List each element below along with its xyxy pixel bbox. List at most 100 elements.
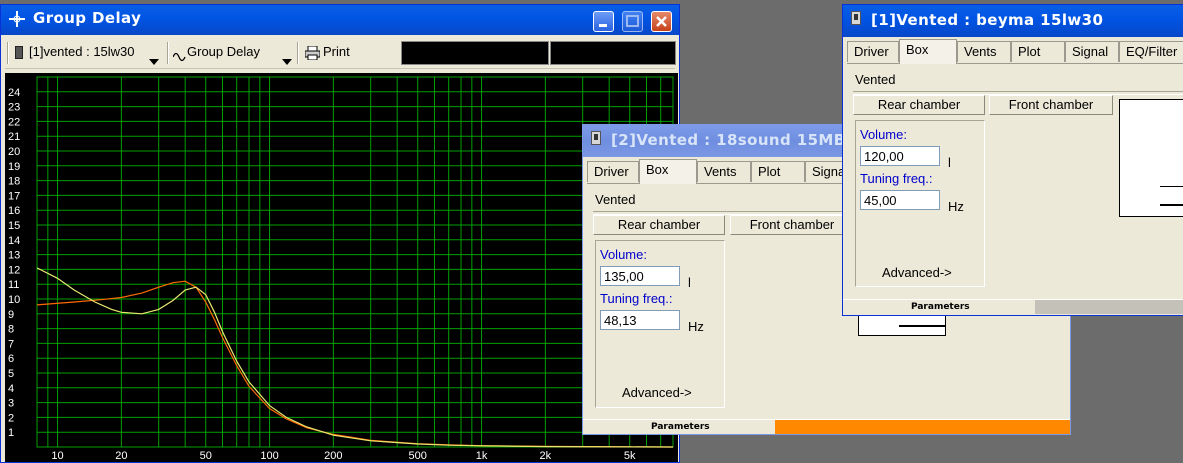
series-line-1 — [36, 280, 674, 448]
tab-driver[interactable]: Driver — [587, 161, 639, 182]
y-tick-label: 7 — [8, 338, 14, 350]
volume-label: Volume: — [860, 127, 907, 142]
tab-eq-filter[interactable]: EQ/Filter — [1119, 41, 1183, 62]
y-tick-label: 24 — [8, 87, 20, 99]
speaker-icon — [591, 131, 601, 145]
tab-vents[interactable]: Vents — [697, 161, 751, 182]
y-tick-label: 9 — [8, 309, 14, 321]
y-tick-label: 6 — [8, 353, 14, 365]
tuning-freq-label: Tuning freq.: — [860, 171, 933, 186]
tuning-freq-input[interactable] — [860, 190, 940, 210]
port-line — [1160, 204, 1183, 206]
status-parameters-label: Parameters — [651, 422, 710, 432]
tab-vents[interactable]: Vents — [957, 41, 1011, 62]
x-tick-label: 200 — [324, 450, 342, 462]
y-tick-label: 8 — [8, 324, 14, 336]
printer-icon — [304, 45, 321, 64]
vented-1-tabs: Driver Box Vents Plot Signal EQ/Filter — [847, 39, 1183, 64]
tuning-freq-input[interactable] — [600, 310, 680, 330]
plot-frame — [36, 76, 674, 448]
box-diagram — [1119, 99, 1183, 217]
tuning-freq-unit: Hz — [948, 199, 964, 214]
tab-box[interactable]: Box — [639, 159, 697, 184]
y-tick-label: 2 — [8, 412, 14, 424]
y-tick-label: 18 — [8, 176, 20, 188]
rear-chamber-group: Volume: l Tuning freq.: Hz Advanced-> — [595, 240, 725, 408]
maximize-button[interactable] — [622, 11, 643, 32]
tab-box[interactable]: Box — [899, 39, 957, 64]
tab-plot[interactable]: Plot — [751, 161, 805, 182]
vented-2-status-bar: Parameters — [583, 419, 1070, 434]
vented-1-status-bar: Parameters — [843, 299, 1183, 314]
y-tick-label: 23 — [8, 102, 20, 114]
rear-chamber-button[interactable]: Rear chamber — [853, 95, 985, 115]
vented-1-title-bar[interactable]: [1]Vented : beyma 15lw30 — [843, 5, 1183, 37]
y-tick-label: 13 — [8, 250, 20, 262]
toolbar-separator — [297, 42, 299, 64]
volume-input[interactable] — [600, 266, 680, 286]
y-tick-label: 14 — [8, 235, 20, 247]
chevron-down-icon — [282, 50, 292, 69]
toolbar-separator — [167, 42, 169, 64]
group-delay-chart[interactable]: 1234567891011121314151617181920212223241… — [5, 73, 678, 462]
y-tick-label: 20 — [8, 146, 20, 158]
view-select[interactable]: Group Delay — [171, 38, 295, 68]
tuning-freq-unit: Hz — [688, 319, 704, 334]
y-tick-label: 12 — [8, 264, 20, 276]
advanced-link[interactable]: Advanced-> — [882, 265, 952, 280]
rear-chamber-button[interactable]: Rear chamber — [593, 215, 725, 235]
front-chamber-button[interactable]: Front chamber — [989, 95, 1113, 115]
status-parameters-label: Parameters — [911, 302, 970, 312]
tuning-freq-label: Tuning freq.: — [600, 291, 673, 306]
status-progress-bar — [775, 420, 1070, 434]
speaker-icon — [15, 46, 23, 59]
box-type-label: Vented — [595, 192, 636, 207]
x-tick-label: 5k — [624, 450, 636, 462]
y-tick-label: 21 — [8, 131, 20, 143]
x-tick-label: 1k — [476, 450, 488, 462]
y-tick-label: 22 — [8, 116, 20, 128]
x-tick-label: 10 — [51, 450, 63, 462]
y-tick-label: 17 — [8, 190, 20, 202]
volume-input[interactable] — [860, 146, 940, 166]
print-button[interactable]: Print — [303, 38, 363, 68]
y-tick-label: 10 — [8, 294, 20, 306]
readout-box-left — [401, 41, 549, 65]
group-delay-title: Group Delay — [33, 9, 142, 27]
volume-unit: l — [688, 275, 691, 290]
y-tick-label: 5 — [8, 368, 14, 380]
waveform-icon — [172, 47, 187, 66]
print-button-label: Print — [323, 44, 350, 59]
y-tick-label: 11 — [8, 279, 19, 291]
tab-plot[interactable]: Plot — [1011, 41, 1065, 62]
tab-signal[interactable]: Signal — [1065, 41, 1119, 62]
volume-unit: l — [948, 155, 951, 170]
y-tick-label: 19 — [8, 161, 20, 173]
vented-1-title: [1]Vented : beyma 15lw30 — [871, 11, 1104, 29]
status-panel — [1035, 300, 1183, 314]
project-select[interactable]: [1]vented : 15lw30 — [13, 38, 165, 68]
project-select-label: [1]vented : 15lw30 — [29, 44, 135, 59]
crosshair-icon — [9, 11, 25, 27]
group-delay-toolbar: [1]vented : 15lw30 Group Delay Print — [5, 38, 676, 69]
box-diagram-fragment — [858, 316, 946, 336]
advanced-link[interactable]: Advanced-> — [622, 385, 692, 400]
group-delay-title-bar[interactable]: Group Delay — [1, 5, 679, 35]
speaker-icon — [851, 11, 861, 25]
view-select-label: Group Delay — [187, 44, 260, 59]
readout-box-right — [550, 41, 676, 65]
chevron-down-icon — [149, 50, 159, 69]
front-chamber-button[interactable]: Front chamber — [730, 215, 854, 235]
port-line — [899, 325, 945, 327]
rear-chamber-group: Volume: l Tuning freq.: Hz Advanced-> — [855, 120, 985, 287]
minimize-button[interactable] — [593, 11, 614, 32]
y-tick-label: 1 — [8, 427, 14, 439]
x-tick-label: 100 — [260, 450, 278, 462]
tab-driver[interactable]: Driver — [847, 41, 899, 62]
y-tick-label: 16 — [8, 205, 20, 217]
group-delay-plot[interactable]: 1 2 3 4 5 6 7 8 9 10 11 12 13 14 15 16 17 18 19 20 21 22 23 24 1… — [5, 73, 678, 462]
close-button[interactable] — [651, 11, 672, 32]
toolbar-separator — [7, 42, 9, 64]
x-tick-label: 500 — [409, 450, 427, 462]
box-type-label: Vented — [855, 72, 896, 87]
